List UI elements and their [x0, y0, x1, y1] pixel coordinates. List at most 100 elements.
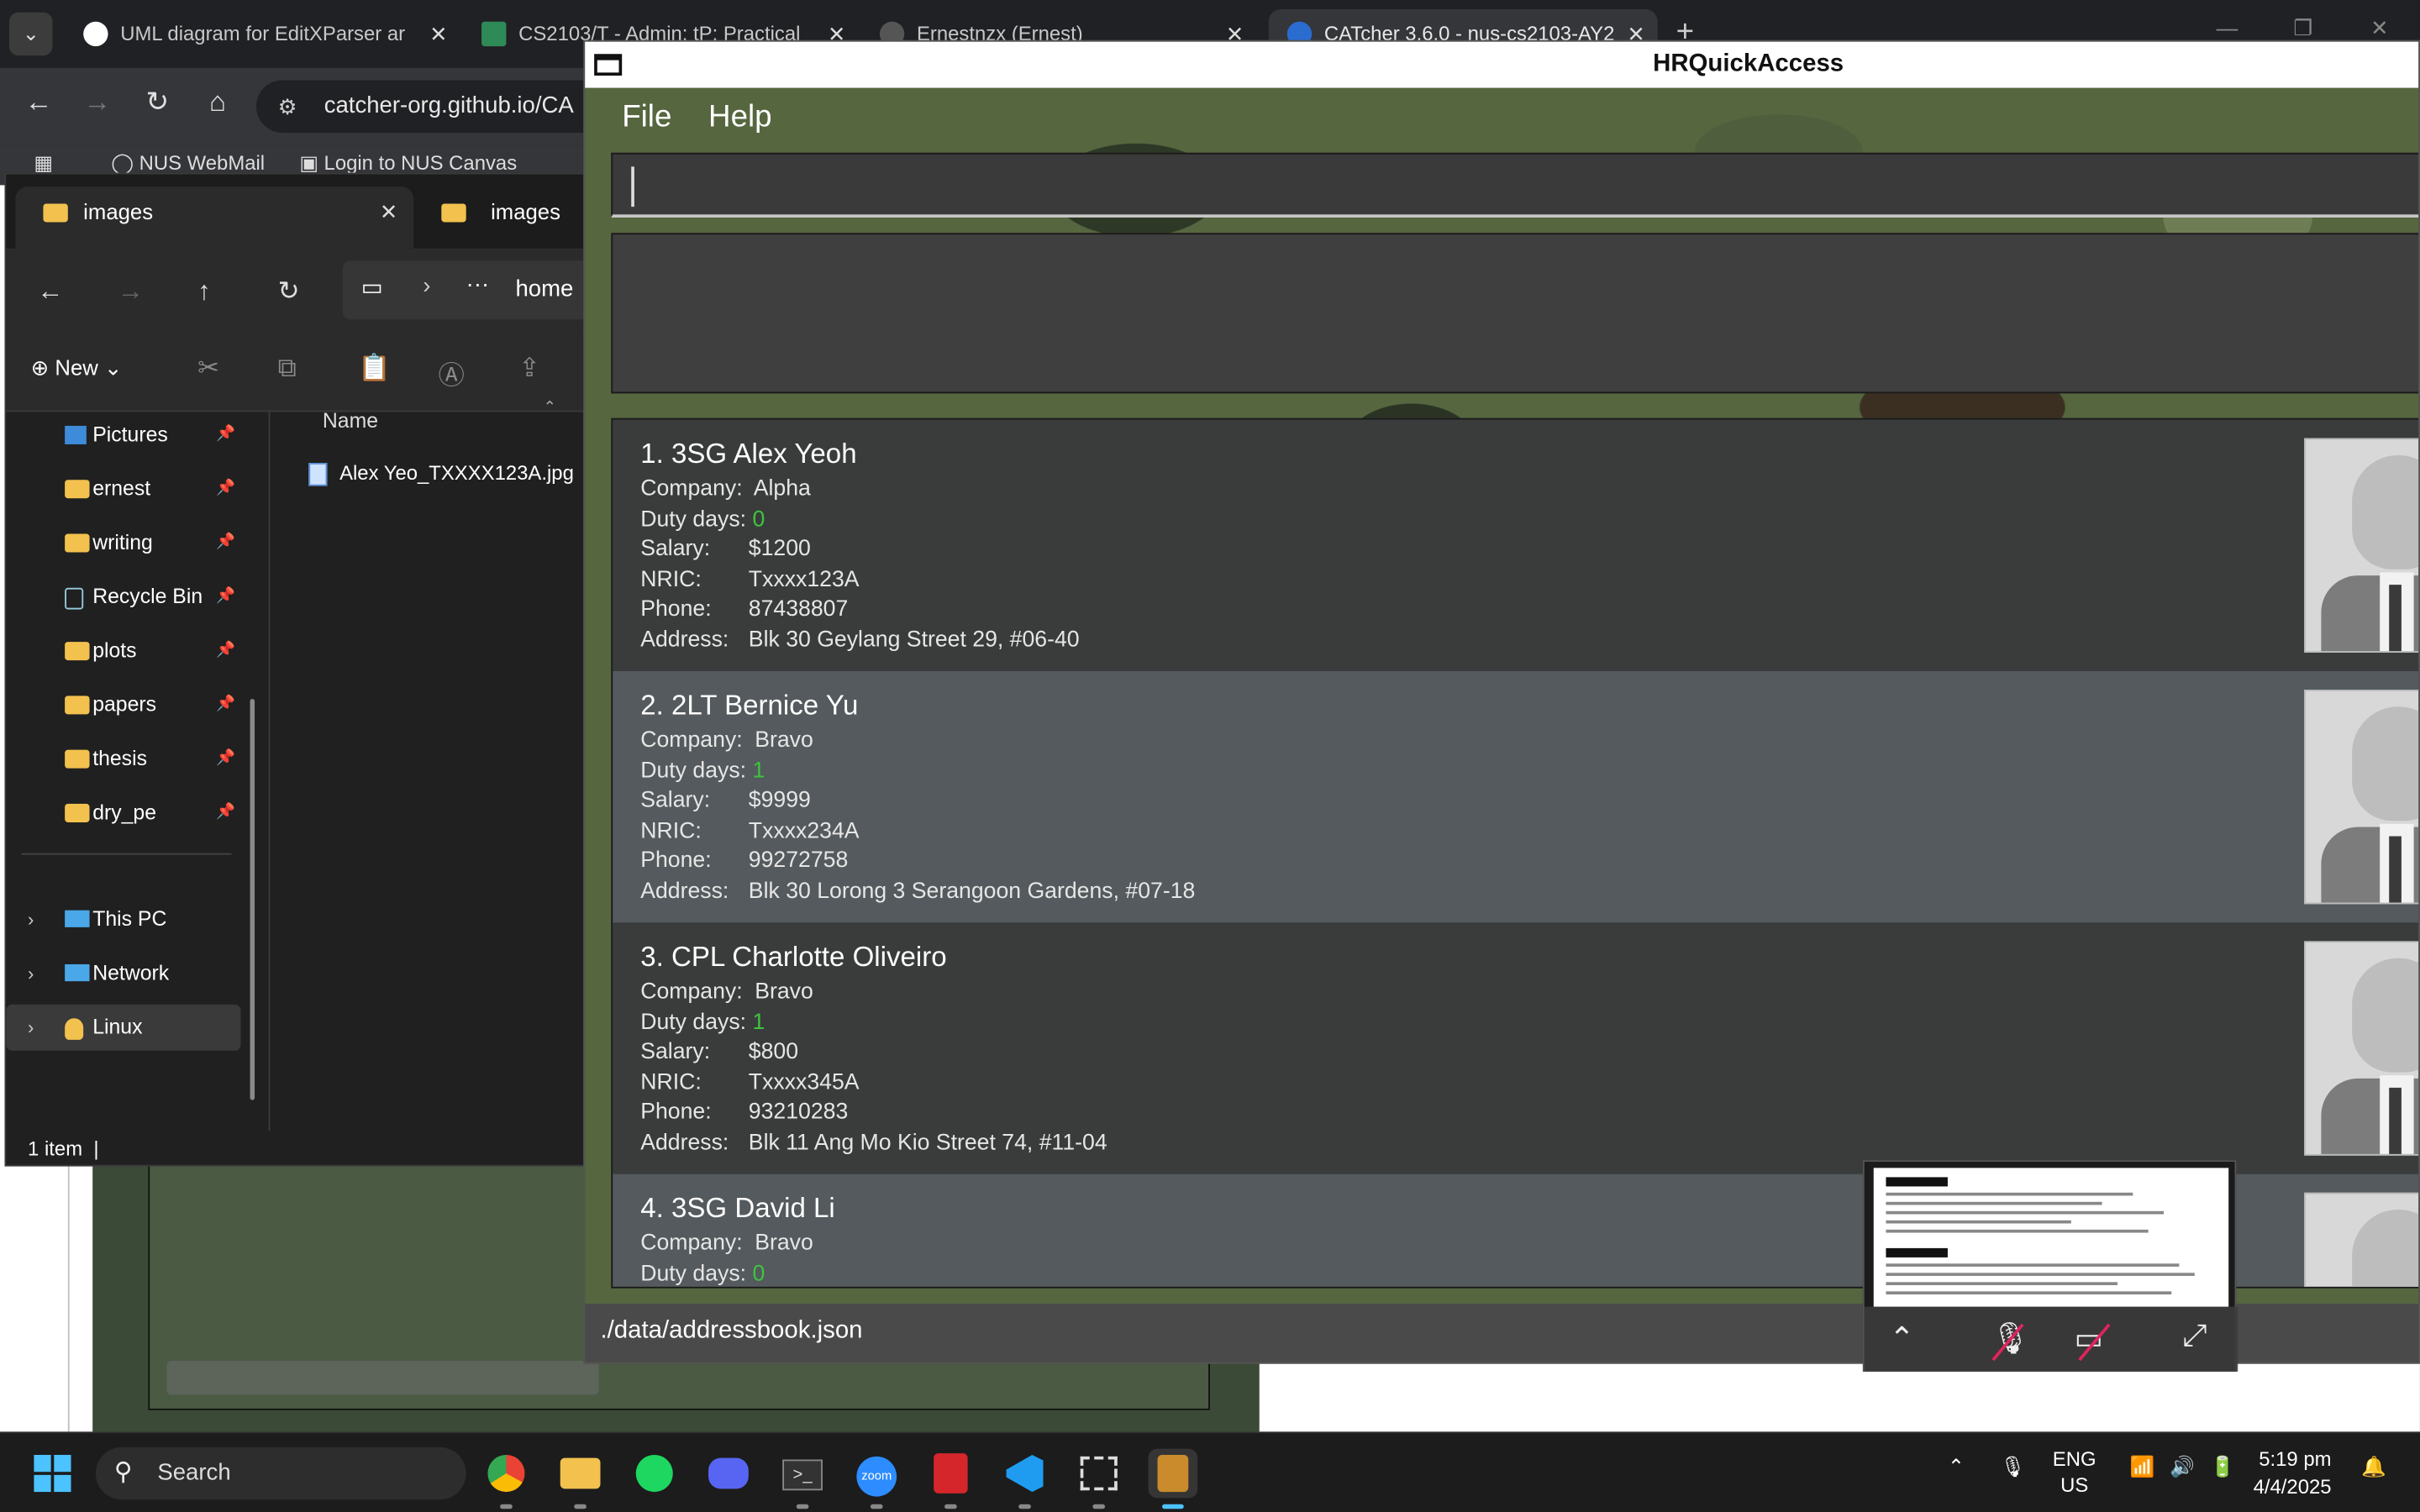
explorer-command-bar: ⊕ New ⌄ ✂ ⧉ 📋 Ⓐ ⇪ — [6, 334, 587, 412]
folder-icon — [65, 480, 90, 499]
chevron-up-icon[interactable]: ⌃ — [1948, 1455, 1965, 1479]
file-explorer-icon[interactable] — [555, 1449, 605, 1509]
sidebar-item-papers[interactable]: papers 📌 — [6, 682, 240, 728]
notification-icon[interactable]: 🔔 — [2361, 1455, 2386, 1479]
zoom-icon[interactable]: zoom — [852, 1449, 902, 1509]
address-row: Address: Blk 30 Geylang Street 29, #06-40 — [640, 627, 1080, 653]
pane-divider[interactable] — [268, 412, 271, 1131]
refresh-icon[interactable]: ↻ — [278, 276, 300, 307]
company-row: Company: Bravo — [640, 727, 813, 753]
explorer-tab[interactable]: images — [423, 186, 592, 248]
person-name: 2. 2LT Bernice Yu — [640, 690, 859, 721]
person-photo — [2304, 438, 2419, 653]
expand-icon[interactable]: ⤢ — [2182, 1319, 2207, 1354]
search-icon: ⚲ — [113, 1459, 133, 1486]
sidebar-item-ernest[interactable]: ernest 📌 — [6, 466, 240, 512]
explorer-address-bar[interactable]: ▭ › ··· home — [342, 260, 590, 320]
image-file-icon — [308, 463, 328, 486]
folder-icon — [65, 749, 90, 769]
company-row: Company: Bravo — [640, 979, 813, 1005]
volume-icon[interactable]: 🔊 — [2170, 1455, 2195, 1479]
pin-icon: 📌 — [216, 533, 236, 551]
sidebar-item-linux[interactable]: › Linux — [6, 1004, 241, 1051]
new-button[interactable]: ⊕ New ⌄ — [31, 354, 123, 381]
command-input[interactable] — [611, 152, 2419, 218]
phone-row: Phone: 93210283 — [640, 1100, 849, 1125]
language-indicator[interactable]: ENG US — [2053, 1446, 2096, 1498]
share-icon[interactable]: ⇪ — [518, 354, 540, 385]
person-card[interactable]: 3. CPL Charlotte Oliveiro Company: Bravo… — [613, 922, 2419, 1174]
person-card[interactable]: 1. 3SG Alex Yeoh Company: Alpha Duty day… — [613, 419, 2419, 671]
terminal-icon[interactable]: >_ — [778, 1449, 828, 1509]
chevron-right-icon[interactable]: › — [28, 896, 34, 942]
preview-bar — [166, 1360, 599, 1395]
menu-help[interactable]: Help — [708, 100, 772, 135]
chevron-right-icon[interactable]: › — [28, 950, 34, 996]
sort-icon: ⌃ — [543, 399, 556, 417]
pin-icon: 📌 — [216, 803, 236, 822]
company-row: Company: Bravo — [640, 1231, 813, 1257]
explorer-tab-active[interactable]: images ✕ — [15, 186, 414, 249]
clock[interactable]: 5:19 pm 4/4/2025 — [2254, 1446, 2332, 1501]
zoom-share-preview[interactable]: ⌃ 🎙 ▭ ⤢ — [1862, 1160, 2238, 1372]
discord-icon[interactable] — [704, 1449, 754, 1499]
forward-icon[interactable]: → — [118, 276, 144, 307]
nric-row: NRIC: Txxxx234A — [640, 819, 860, 844]
start-button[interactable] — [34, 1455, 71, 1493]
person-card[interactable]: 2. 2LT Bernice Yu Company: Bravo Duty da… — [613, 670, 2419, 923]
close-icon[interactable]: ✕ — [380, 186, 398, 236]
person-photo — [2304, 941, 2419, 1156]
menu-file[interactable]: File — [622, 100, 671, 135]
sidebar-item-thesis[interactable]: thesis 📌 — [6, 736, 240, 782]
taskbar: ⚲ Search >_ zoom ⌃ 🎙 ENG US 📶 🔊 🔋 5:19 pm… — [0, 1431, 2420, 1512]
person-photo — [2304, 1192, 2419, 1287]
person-name: 4. 3SG David Li — [640, 1192, 835, 1224]
sidebar-item-plots[interactable]: plots 📌 — [6, 628, 240, 675]
java-app-icon[interactable] — [1148, 1448, 1198, 1509]
file-item[interactable]: Alex Yeo_TXXXX123A.jpg — [308, 461, 574, 486]
salary-row: Salary: $1200 — [640, 537, 811, 562]
cut-icon[interactable]: ✂ — [197, 354, 219, 385]
snipping-tool-icon[interactable] — [1074, 1449, 1123, 1509]
paste-icon[interactable]: 📋 — [358, 354, 391, 385]
pc-icon — [65, 910, 90, 927]
microphone-icon[interactable]: 🎙 — [2000, 1455, 2025, 1479]
folder-icon — [65, 803, 90, 822]
pin-icon: 📌 — [216, 642, 236, 659]
person-name: 1. 3SG Alex Yeoh — [640, 438, 857, 470]
chevron-up-icon[interactable]: ⌃ — [1889, 1319, 1915, 1357]
network-icon — [65, 963, 90, 982]
sidebar-item-recycle-bin[interactable]: Recycle Bin 📌 — [6, 574, 240, 620]
rename-icon[interactable]: Ⓐ — [439, 354, 465, 392]
recycle-bin-icon — [65, 587, 84, 610]
chevron-right-icon[interactable]: › — [28, 1005, 34, 1051]
sidebar-scrollbar[interactable] — [250, 699, 255, 1100]
address-row: Address: Blk 11 Ang Mo Kio Street 74, #11… — [640, 1131, 1107, 1156]
copy-icon[interactable]: ⧉ — [278, 354, 297, 385]
spotify-icon[interactable] — [629, 1449, 679, 1499]
file-explorer-window: images ✕ images ← → ↑ ↻ ▭ › ··· home ⊕ N… — [4, 172, 590, 1167]
chevron-right-icon: › — [423, 273, 431, 300]
sidebar-item-pictures[interactable]: Pictures 📌 — [6, 412, 240, 458]
battery-icon[interactable]: 🔋 — [2210, 1455, 2235, 1479]
acrobat-icon[interactable] — [926, 1449, 976, 1509]
monitor-icon: ▭ — [360, 274, 383, 302]
up-icon[interactable]: ↑ — [197, 276, 211, 307]
taskbar-search[interactable]: ⚲ Search — [95, 1446, 466, 1500]
column-header-name[interactable]: Name — [323, 409, 378, 433]
sidebar-item-network[interactable]: › Network — [6, 950, 240, 996]
person-list[interactable]: 1. 3SG Alex Yeoh Company: Alpha Duty day… — [611, 417, 2419, 1289]
wifi-icon[interactable]: 📶 — [2130, 1455, 2155, 1479]
more-icon[interactable]: ··· — [466, 271, 490, 297]
address-row: Address: Blk 30 Lorong 3 Serangoon Garden… — [640, 879, 1196, 905]
sidebar-item-this-pc[interactable]: › This PC — [6, 896, 240, 942]
sidebar-item-writing[interactable]: writing 📌 — [6, 520, 240, 566]
phone-row: Phone: 87438807 — [640, 596, 849, 622]
back-icon[interactable]: ← — [37, 276, 63, 307]
folder-icon — [65, 642, 90, 661]
explorer-tabs: images ✕ images — [6, 174, 587, 249]
vscode-icon[interactable] — [1000, 1449, 1050, 1509]
sidebar-item-dry-pe[interactable]: dry_pe 📌 — [6, 790, 240, 836]
pictures-icon — [65, 425, 87, 444]
chrome-icon[interactable] — [481, 1449, 531, 1509]
